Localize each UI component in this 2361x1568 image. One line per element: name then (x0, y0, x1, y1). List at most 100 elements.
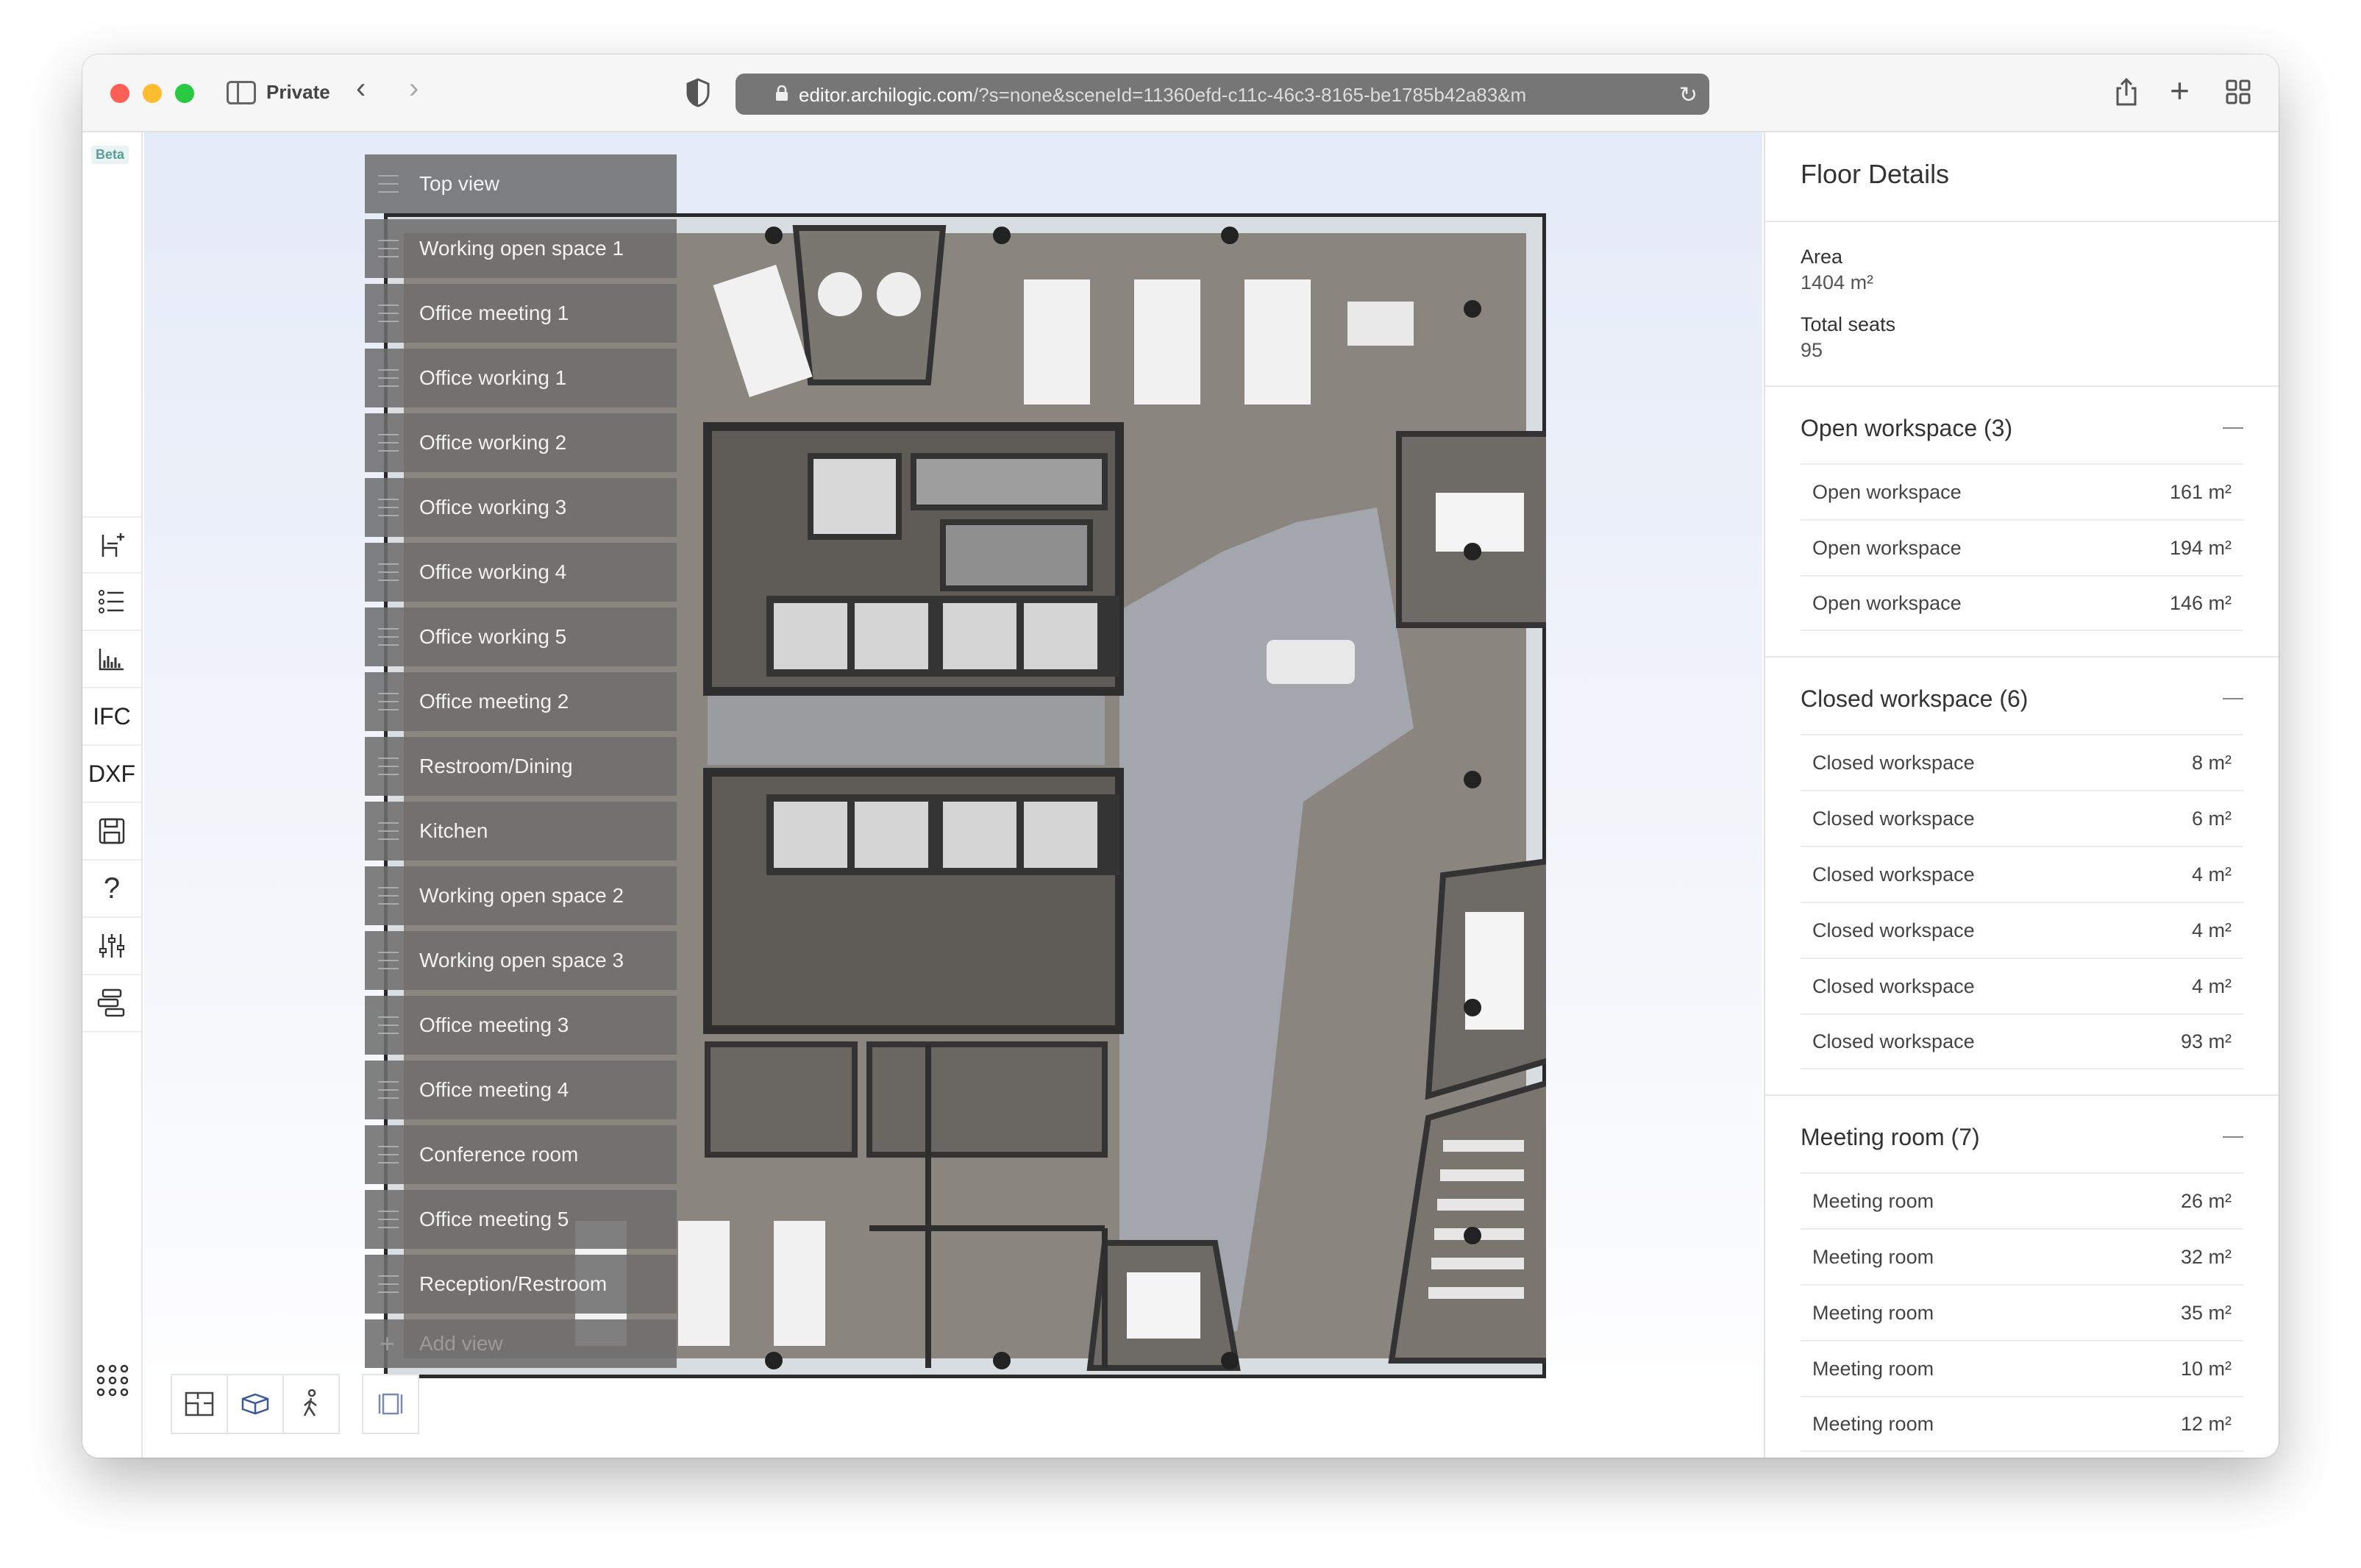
statistics-button[interactable] (82, 631, 141, 688)
section-header[interactable]: Closed workspace (6) (1801, 678, 2243, 719)
list-item[interactable]: Closed workspace 93 m² (1801, 1013, 2243, 1069)
add-view-label: Add view (419, 1332, 503, 1355)
view-item[interactable]: Office working 3 (365, 478, 677, 537)
zoom-window-button[interactable] (175, 84, 194, 103)
view-item[interactable]: Working open space 2 (365, 866, 677, 925)
list-item[interactable]: Meeting room 32 m² (1801, 1228, 2243, 1284)
floor-plan-viewport[interactable]: Top view Working open space 1 Office mee… (144, 132, 1762, 1458)
help-button[interactable]: ? (82, 860, 141, 918)
view-item[interactable]: Working open space 1 (365, 219, 677, 278)
drag-handle-icon[interactable] (378, 240, 399, 257)
floor-summary: Area 1404 m² Total seats 95 (1765, 222, 2279, 387)
view-item[interactable]: Office meeting 4 (365, 1061, 677, 1119)
drag-handle-icon[interactable] (378, 563, 399, 581)
tab-overview-icon[interactable] (2226, 79, 2251, 104)
collapse-icon[interactable] (2223, 427, 2243, 429)
drag-handle-icon[interactable] (378, 628, 399, 646)
view-item[interactable]: Top view (365, 154, 677, 213)
list-item[interactable]: Closed workspace 4 m² (1801, 902, 2243, 958)
drag-handle-icon[interactable] (378, 434, 399, 452)
views-panel: Top view Working open space 1 Office mee… (365, 154, 677, 1368)
drag-handle-icon[interactable] (378, 1211, 399, 1228)
view-item[interactable]: Office meeting 1 (365, 284, 677, 343)
walkthrough-view-button[interactable] (282, 1374, 340, 1434)
drag-handle-icon[interactable] (378, 175, 399, 193)
view-item[interactable]: Kitchen (365, 802, 677, 860)
back-icon[interactable]: ‹ (356, 74, 366, 103)
view-item[interactable]: Office working 2 (365, 413, 677, 472)
view-label: Office meeting 3 (419, 1013, 569, 1036)
forward-icon[interactable]: › (409, 74, 419, 103)
list-icon (99, 590, 124, 613)
2d-view-button[interactable] (171, 1374, 228, 1434)
apps-grid-button[interactable] (96, 1364, 129, 1401)
drag-handle-icon[interactable] (378, 758, 399, 775)
view-item[interactable]: Restroom/Dining (365, 737, 677, 796)
view-item[interactable]: Office working 5 (365, 607, 677, 666)
view-item[interactable]: Working open space 3 (365, 931, 677, 990)
view-item[interactable]: Office working 1 (365, 349, 677, 407)
view-label: Office meeting 1 (419, 302, 569, 324)
ifc-export-button[interactable]: IFC (82, 688, 141, 746)
section-header[interactable]: Open workspace (3) (1801, 407, 2243, 449)
list-item[interactable]: Meeting room 12 m² (1801, 1396, 2243, 1452)
collapse-icon[interactable] (2223, 1136, 2243, 1138)
list-item[interactable]: Open workspace 161 m² (1801, 463, 2243, 519)
fullscreen-button[interactable] (362, 1374, 419, 1434)
layers-button[interactable] (82, 975, 141, 1033)
reload-icon[interactable]: ↻ (1679, 82, 1698, 108)
space-name: Meeting room (1812, 1189, 1934, 1212)
drag-handle-icon[interactable] (378, 1081, 399, 1099)
view-item[interactable]: Reception/Restroom (365, 1255, 677, 1314)
dxf-export-button[interactable]: DXF (82, 746, 141, 803)
settings-button[interactable] (82, 918, 141, 975)
view-item[interactable]: Office working 4 (365, 543, 677, 602)
floor-details-panel: Floor Details Area 1404 m² Total seats 9… (1764, 132, 2279, 1458)
drag-handle-icon[interactable] (378, 822, 399, 840)
collapse-icon[interactable] (2223, 698, 2243, 699)
drag-handle-icon[interactable] (378, 1146, 399, 1163)
3d-view-button[interactable] (227, 1374, 284, 1434)
list-button[interactable] (82, 574, 141, 631)
list-item[interactable]: Closed workspace 8 m² (1801, 734, 2243, 790)
space-name: Closed workspace (1812, 751, 1975, 774)
list-item[interactable]: Meeting room 26 m² (1801, 1172, 2243, 1228)
save-button[interactable] (82, 803, 141, 860)
space-name: Closed workspace (1812, 1030, 1975, 1052)
list-item[interactable]: Meeting room 35 m² (1801, 1284, 2243, 1340)
close-window-button[interactable] (110, 84, 129, 103)
drag-handle-icon[interactable] (378, 1016, 399, 1034)
view-item[interactable]: Conference room (365, 1125, 677, 1184)
list-item[interactable]: Closed workspace 4 m² (1801, 846, 2243, 902)
new-tab-icon[interactable]: + (2170, 71, 2190, 110)
view-item[interactable]: Office meeting 2 (365, 672, 677, 731)
ifc-label: IFC (93, 702, 131, 730)
drag-handle-icon[interactable] (378, 369, 399, 387)
add-furniture-button[interactable] (82, 516, 141, 574)
3d-box-icon (241, 1393, 269, 1415)
view-item[interactable]: Office meeting 5 (365, 1190, 677, 1249)
list-item[interactable]: Open workspace 194 m² (1801, 519, 2243, 575)
drag-handle-icon[interactable] (378, 499, 399, 516)
drag-handle-icon[interactable] (378, 887, 399, 905)
drag-handle-icon[interactable] (378, 1275, 399, 1293)
drag-handle-icon[interactable] (378, 693, 399, 710)
drag-handle-icon[interactable] (378, 952, 399, 969)
list-item[interactable]: Closed workspace 6 m² (1801, 790, 2243, 846)
shield-icon[interactable] (685, 78, 711, 107)
drag-handle-icon[interactable] (378, 304, 399, 322)
section-title: Meeting room (7) (1801, 1123, 1980, 1150)
view-item[interactable]: Office meeting 3 (365, 996, 677, 1055)
list-item[interactable]: Closed workspace 4 m² (1801, 958, 2243, 1013)
address-bar[interactable]: editor.archilogic.com/?s=none&sceneId=11… (736, 74, 1709, 115)
add-view-button[interactable]: + Add view (365, 1319, 677, 1368)
list-item[interactable]: Meeting room 10 m² (1801, 1340, 2243, 1396)
share-icon[interactable] (2114, 76, 2139, 107)
list-item[interactable]: Open workspace 146 m² (1801, 575, 2243, 631)
area-label: Area (1801, 246, 1843, 268)
sidebar-toggle-icon[interactable] (227, 81, 256, 104)
section-title: Open workspace (3) (1801, 414, 2013, 441)
minimize-window-button[interactable] (143, 84, 162, 103)
view-label: Working open space 2 (419, 884, 624, 907)
section-header[interactable]: Meeting room (7) (1801, 1116, 2243, 1158)
